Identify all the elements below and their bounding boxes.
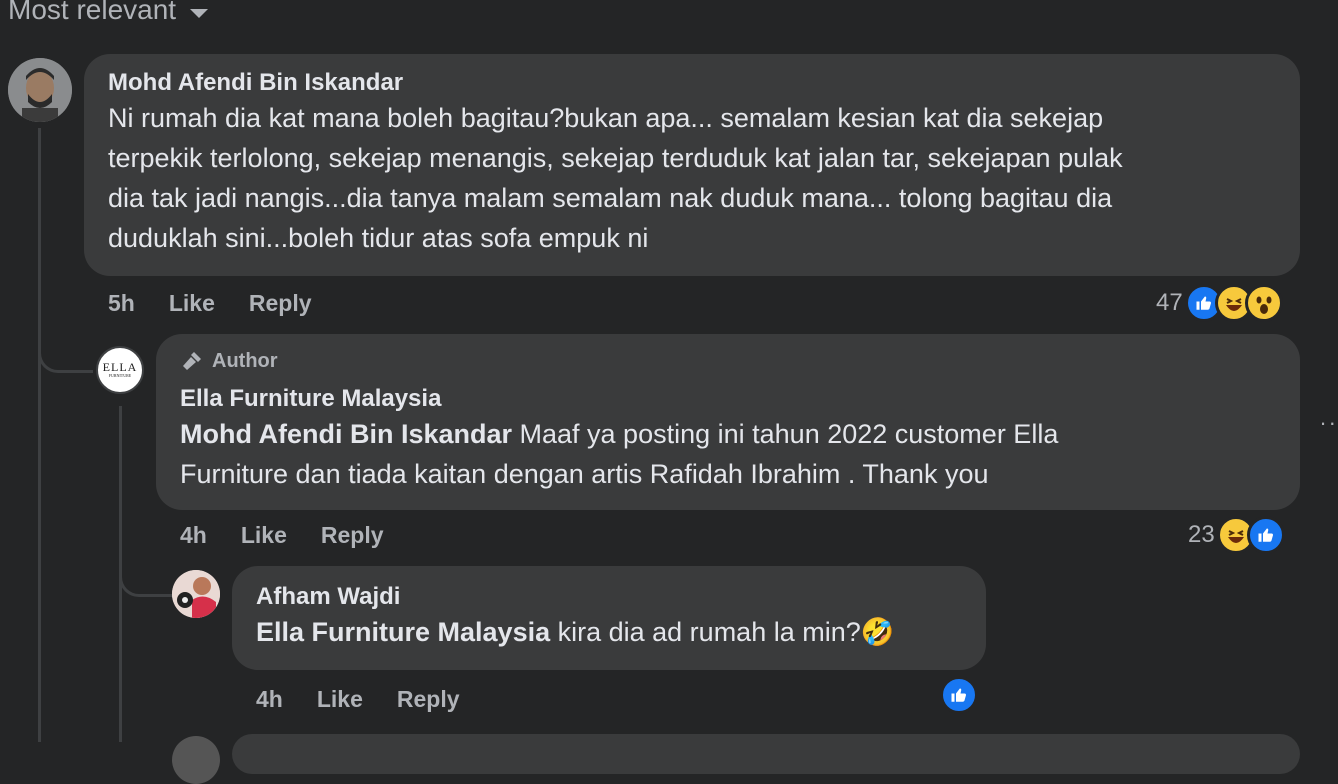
wow-icon bbox=[1244, 284, 1283, 322]
reply-button[interactable]: Reply bbox=[249, 290, 312, 317]
chevron-down-icon bbox=[190, 8, 209, 18]
person-avatar-icon bbox=[172, 570, 220, 618]
comment-author[interactable]: Mohd Afendi Bin Iskandar bbox=[108, 68, 1276, 98]
microphone-icon bbox=[183, 352, 201, 370]
comment-actions: 4h Like Reply bbox=[256, 686, 460, 713]
thread-connector bbox=[119, 570, 172, 597]
comment-author[interactable]: Afham Wajdi bbox=[256, 582, 962, 612]
comment-text: kira dia ad rumah la min? bbox=[550, 617, 861, 647]
comment-text-line: duduklah sini...boleh tidur atas sofa em… bbox=[108, 223, 649, 253]
avatar[interactable] bbox=[172, 570, 220, 618]
reply-button[interactable]: Reply bbox=[397, 686, 460, 713]
comment-bubble: Mohd Afendi Bin Iskandar Ni rumah dia ka… bbox=[84, 54, 1300, 276]
reaction-summary[interactable]: 47 bbox=[1156, 284, 1283, 322]
comment-text-line: Ella Furniture Malaysia kira dia ad ruma… bbox=[256, 612, 962, 652]
comment-time[interactable]: 4h bbox=[180, 522, 207, 549]
comment-text-line: Mohd Afendi Bin Iskandar Maaf ya posting… bbox=[180, 414, 1276, 454]
like-icon bbox=[940, 676, 978, 714]
comment-bubble: Author Ella Furniture Malaysia Mohd Afen… bbox=[156, 334, 1300, 510]
comment-author[interactable]: Ella Furniture Malaysia bbox=[180, 384, 1276, 414]
like-icon bbox=[1246, 516, 1285, 554]
comment-text-line: Furniture dan tiada kaitan dengan artis … bbox=[180, 459, 989, 489]
avatar[interactable]: ELLA FURNITURE bbox=[96, 346, 144, 394]
comment-actions: 4h Like Reply bbox=[180, 522, 384, 549]
more-options-icon[interactable]: ·· bbox=[1319, 410, 1338, 436]
reaction-count: 23 bbox=[1188, 521, 1215, 548]
reply-button[interactable]: Reply bbox=[321, 522, 384, 549]
avatar-logo-subtext: FURNITURE bbox=[108, 373, 132, 378]
like-button[interactable]: Like bbox=[169, 290, 215, 317]
comment-actions: 5h Like Reply bbox=[108, 290, 312, 317]
sort-dropdown[interactable]: Most relevant bbox=[8, 0, 209, 26]
thread-connector bbox=[38, 346, 93, 373]
author-badge-label: Author bbox=[212, 349, 278, 372]
avatar[interactable] bbox=[172, 736, 220, 784]
reaction-summary[interactable]: 23 bbox=[1188, 516, 1285, 554]
author-badge: Author bbox=[180, 348, 1276, 374]
comment-bubble bbox=[232, 734, 1300, 774]
mention-link[interactable]: Ella Furniture Malaysia bbox=[256, 617, 550, 647]
comment-time[interactable]: 4h bbox=[256, 686, 283, 713]
comment-bubble: Afham Wajdi Ella Furniture Malaysia kira… bbox=[232, 566, 986, 670]
avatar[interactable] bbox=[8, 58, 72, 122]
person-avatar-icon bbox=[8, 58, 72, 122]
reaction-count: 47 bbox=[1156, 289, 1183, 316]
like-button[interactable]: Like bbox=[241, 522, 287, 549]
reaction-summary[interactable] bbox=[940, 676, 978, 714]
comment-text-line: terpekik terlolong, sekejap menangis, se… bbox=[108, 143, 1123, 173]
avatar-logo-text: ELLA bbox=[102, 360, 138, 374]
thread-line bbox=[38, 128, 41, 742]
comment-time[interactable]: 5h bbox=[108, 290, 135, 317]
rofl-emoji: 🤣 bbox=[860, 617, 895, 647]
mention-link[interactable]: Mohd Afendi Bin Iskandar bbox=[180, 419, 512, 449]
like-button[interactable]: Like bbox=[317, 686, 363, 713]
comment-text: Maaf ya posting ini tahun 2022 customer … bbox=[512, 419, 1059, 449]
comment-text-line: dia tak jadi nangis...dia tanya malam se… bbox=[108, 183, 1113, 213]
comment-text-line: Ni rumah dia kat mana boleh bagitau?buka… bbox=[108, 103, 1104, 133]
sort-label: Most relevant bbox=[8, 0, 177, 25]
